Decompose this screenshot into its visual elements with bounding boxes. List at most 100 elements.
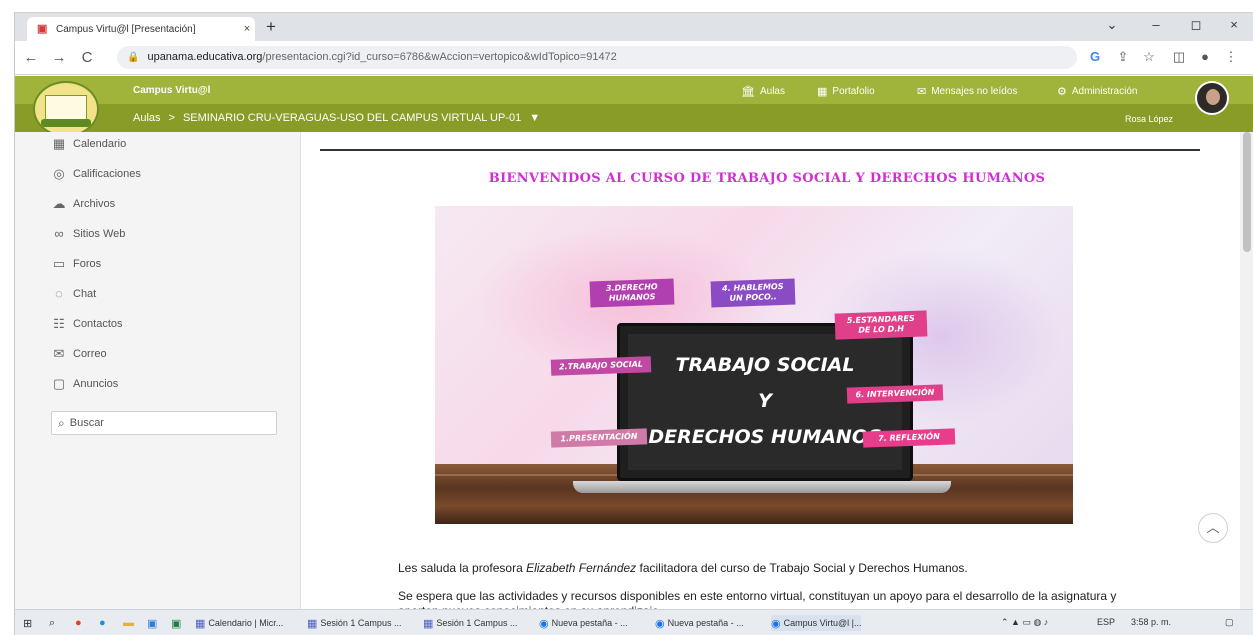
- nav-mensajes[interactable]: ✉ Mensajes no leídos: [917, 85, 1017, 98]
- banner-line-1: TRABAJO SOCIAL: [675, 354, 855, 376]
- banner-line-3: DERECHOS HUMANOS: [648, 426, 882, 448]
- site-name[interactable]: Campus Virtu@l: [133, 85, 210, 96]
- nav-portafolio[interactable]: ▦ Portafolio: [817, 85, 875, 98]
- main-content: BIENVENIDOS AL CURSO DE TRABAJO SOCIAL Y…: [302, 132, 1232, 618]
- google-icon[interactable]: G: [1085, 49, 1105, 64]
- taskbar-app-2[interactable]: ▦ Sesión 1 Campus ...: [307, 615, 401, 631]
- forum-icon: ▭: [52, 256, 66, 271]
- topic-tag-5: 5.ESTANDARES DE LO D.H: [834, 310, 928, 340]
- announcement-icon: ▢: [52, 376, 66, 391]
- nav-administracion-label: Administración: [1071, 86, 1138, 97]
- sidebar-item-label: Correo: [73, 348, 107, 360]
- notifications-icon[interactable]: ▢: [1225, 617, 1234, 628]
- link-icon: ∞: [54, 226, 64, 241]
- teams-icon: ▦: [307, 617, 318, 630]
- tab-search-chevron-icon[interactable]: ⌄: [1101, 17, 1123, 33]
- edge-app-icon[interactable]: ●: [99, 615, 109, 631]
- sidebar-item-sitios-web[interactable]: ∞ Sitios Web: [51, 224, 125, 244]
- scrollbar-thumb[interactable]: [1243, 132, 1251, 252]
- scroll-to-top-button[interactable]: ︿: [1198, 513, 1228, 543]
- folder-app-icon[interactable]: ▬: [123, 615, 137, 631]
- university-logo[interactable]: [33, 81, 99, 137]
- sidebar-item-contactos[interactable]: ☷ Contactos: [51, 314, 122, 334]
- forward-button[interactable]: →: [49, 49, 69, 66]
- contacts-icon: ☷: [53, 316, 65, 331]
- browser-tab-strip: ▣ Campus Virtu@l [Presentación] × + ⌄ – …: [15, 13, 1253, 41]
- tab-title: Campus Virtu@l [Presentación]: [56, 23, 196, 35]
- breadcrumb-aulas[interactable]: Aulas: [133, 112, 161, 124]
- sidebar-item-correo[interactable]: ✉ Correo: [51, 344, 107, 364]
- taskbar-app-6[interactable]: ◉ Campus Virtu@l |...: [771, 615, 862, 631]
- chrome-icon: ◉: [771, 617, 781, 630]
- sidebar-item-calendario[interactable]: ▦ Calendario: [51, 134, 126, 154]
- close-window-button[interactable]: ×: [1223, 17, 1245, 32]
- search-icon[interactable]: ⌕: [49, 615, 58, 631]
- sidebar-item-chat[interactable]: ◌ Chat: [51, 284, 96, 304]
- profile-icon[interactable]: ●: [1195, 49, 1215, 64]
- windows-taskbar: ⊞ ⌕ ● ● ▬ ▣ ▣ ▦ Calendario | Micr... ▦ Ses…: [15, 609, 1253, 635]
- divider: [320, 149, 1200, 151]
- tray-icons[interactable]: ⌃ ▲ ▭ ◍ ♪: [1001, 617, 1048, 628]
- sidebar-search-input[interactable]: ⌕ Buscar: [51, 411, 277, 435]
- sidebar-item-label: Chat: [73, 288, 97, 300]
- taskbar-app-1[interactable]: ▦ Calendario | Micr...: [195, 615, 283, 631]
- taskbar-app-label: Campus Virtu@l |...: [783, 618, 862, 628]
- clock[interactable]: 3:58 p. m.: [1131, 617, 1171, 627]
- side-panel-icon[interactable]: ◫: [1169, 49, 1189, 65]
- para1-text-end: facilitadora del curso de Trabajo Social…: [636, 561, 968, 575]
- nav-aulas[interactable]: 🏛 Aulas: [741, 85, 785, 98]
- course-dropdown-icon[interactable]: ▼: [529, 112, 540, 124]
- search-placeholder: Buscar: [69, 417, 104, 429]
- taskbar-app-label: Nueva pestaña - ...: [551, 618, 628, 628]
- topic-tag-3: 3.DERECHO HUMANOS: [589, 278, 675, 308]
- kebab-menu-icon[interactable]: ⋮: [1221, 49, 1241, 65]
- sidebar-item-label: Anuncios: [73, 378, 119, 390]
- share-icon[interactable]: ⇪: [1113, 49, 1133, 65]
- chat-icon: ◌: [55, 286, 63, 301]
- chrome-icon: ◉: [539, 617, 549, 630]
- page-scrollbar[interactable]: [1240, 132, 1253, 609]
- taskbar-app-4[interactable]: ◉ Nueva pestaña - ...: [539, 615, 628, 631]
- breadcrumb-course[interactable]: SEMINARIO CRU-VERAGUAS-USO DEL CAMPUS VI…: [183, 112, 521, 124]
- nav-mensajes-label: Mensajes no leídos: [931, 86, 1018, 97]
- tab-close-icon[interactable]: ×: [239, 23, 255, 35]
- gear-icon: ⚙: [1057, 86, 1067, 98]
- bookmark-star-icon[interactable]: ☆: [1139, 49, 1159, 65]
- store-app-icon[interactable]: ▣: [147, 615, 160, 631]
- back-button[interactable]: ←: [21, 49, 41, 66]
- nav-administracion[interactable]: ⚙ Administración: [1057, 85, 1137, 98]
- welcome-paragraph: Les saluda la profesora Elizabeth Fernán…: [398, 561, 968, 576]
- excel-app-icon[interactable]: ▣: [171, 615, 184, 631]
- user-name[interactable]: Rosa López: [1125, 114, 1173, 124]
- mail-icon: ✉: [917, 86, 927, 98]
- language-indicator[interactable]: ESP: [1097, 617, 1115, 627]
- taskbar-app-label: Calendario | Micr...: [208, 618, 284, 628]
- address-bar-row: ← → C 🔒 upanama.educativa.org/presentacio…: [15, 41, 1253, 75]
- taskbar-app-3[interactable]: ▦ Sesión 1 Campus ...: [423, 615, 517, 631]
- user-avatar[interactable]: [1195, 81, 1229, 115]
- sidebar-item-anuncios[interactable]: ▢ Anuncios: [51, 374, 118, 394]
- reload-button[interactable]: C: [77, 49, 97, 66]
- sidebar: ▦ Calendario ◎ Calificaciones ☁ Archivos ∞ S…: [15, 132, 301, 609]
- sidebar-item-label: Calificaciones: [73, 168, 141, 180]
- taskbar-app-5[interactable]: ◉ Nueva pestaña - ...: [655, 615, 744, 631]
- breadcrumb-separator: >: [168, 112, 175, 124]
- sidebar-item-label: Archivos: [73, 198, 116, 210]
- chrome-icon: ◉: [655, 617, 665, 630]
- taskbar-app-label: Sesión 1 Campus ...: [320, 618, 402, 628]
- url-host: upanama.educativa.org: [147, 51, 263, 63]
- sidebar-item-foros[interactable]: ▭ Foros: [51, 254, 101, 274]
- sidebar-item-calificaciones[interactable]: ◎ Calificaciones: [51, 164, 141, 184]
- site-favicon-icon: ▣: [37, 23, 48, 35]
- start-icon[interactable]: ⊞: [23, 615, 35, 631]
- browser-app-icon[interactable]: ●: [75, 615, 85, 631]
- lock-icon: 🔒: [127, 52, 140, 63]
- url-field[interactable]: 🔒 upanama.educativa.org/presentacion.cgi?…: [117, 46, 1077, 69]
- maximize-button[interactable]: ◻: [1185, 17, 1207, 33]
- browser-tab[interactable]: ▣ Campus Virtu@l [Presentación] ×: [27, 17, 255, 41]
- new-tab-button[interactable]: +: [261, 17, 281, 37]
- minimize-button[interactable]: –: [1145, 17, 1167, 32]
- calendar-icon: ▦: [195, 617, 206, 630]
- sidebar-item-label: Calendario: [73, 138, 127, 150]
- sidebar-item-archivos[interactable]: ☁ Archivos: [51, 194, 116, 214]
